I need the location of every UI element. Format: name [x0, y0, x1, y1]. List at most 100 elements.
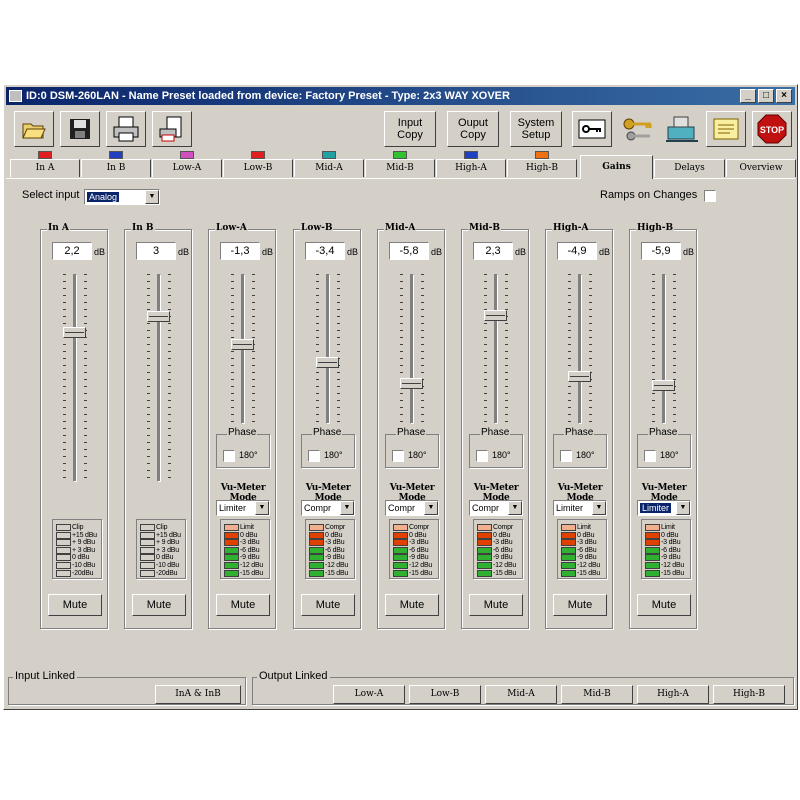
tab-high-a[interactable]: High-A	[436, 151, 506, 177]
tab-mid-a[interactable]: Mid-A	[294, 151, 364, 177]
gain-value-field[interactable]: -4,9	[557, 242, 597, 260]
input-copy-button[interactable]: Input Copy	[384, 111, 436, 147]
gain-slider-track[interactable]	[157, 274, 161, 482]
keys-button[interactable]	[618, 111, 658, 147]
phase-180-checkbox[interactable]	[308, 450, 320, 462]
gain-value-field[interactable]: 2,3	[473, 242, 513, 260]
tab-in-b[interactable]: In B	[81, 151, 151, 177]
gain-slider-thumb[interactable]	[568, 371, 591, 382]
meter-segment	[477, 569, 492, 577]
gain-value-field[interactable]: -5,9	[641, 242, 681, 260]
meter-segment	[56, 546, 71, 554]
vu-mode-dropdown[interactable]: Compr ▼	[385, 500, 439, 516]
vu-mode-dropdown[interactable]: Compr ▼	[301, 500, 355, 516]
gain-slider-thumb[interactable]	[63, 327, 86, 338]
gain-slider-track[interactable]	[494, 274, 498, 424]
print-icon	[113, 116, 139, 142]
gain-slider-thumb[interactable]	[652, 380, 675, 391]
gain-slider-thumb[interactable]	[147, 311, 170, 322]
meter-label: -6 dBu	[409, 546, 429, 554]
meter-segment	[140, 524, 155, 531]
minimize-button[interactable]: _	[740, 89, 756, 103]
mute-button[interactable]: Mute	[301, 594, 355, 616]
gain-slider-thumb[interactable]	[484, 310, 507, 321]
gain-slider-thumb[interactable]	[231, 339, 254, 350]
tab-overview[interactable]: Overview	[726, 159, 796, 177]
vu-meter: Limit 0 dBu -3 dBu -6 dBu -9 dBu -12 dBu -15 d…	[220, 519, 270, 579]
open-button[interactable]	[14, 111, 54, 147]
meter-segment	[477, 546, 492, 554]
link-mid-a-button[interactable]: Mid-A	[485, 685, 557, 704]
vu-mode-dropdown[interactable]: Limiter ▼	[216, 500, 270, 516]
phase-180-checkbox[interactable]	[223, 450, 235, 462]
ramps-checkbox[interactable]	[704, 190, 716, 202]
stop-button[interactable]: STOP	[752, 111, 792, 147]
link-mid-b-button[interactable]: Mid-B	[561, 685, 633, 704]
vu-mode-value: Compr	[472, 503, 500, 513]
gain-value-field[interactable]: 3	[136, 242, 176, 260]
meter-segment	[224, 531, 239, 539]
mute-button[interactable]: Mute	[216, 594, 270, 616]
mute-button[interactable]: Mute	[637, 594, 691, 616]
gain-value-field[interactable]: 2,2	[52, 242, 92, 260]
gain-slider-thumb[interactable]	[400, 378, 423, 389]
system-setup-button[interactable]: System Setup	[510, 111, 562, 147]
tab-mid-b[interactable]: Mid-B	[365, 151, 435, 177]
channel-high-a: High-A -4,9 dB Phase 180° Vu-Meter Mode Limite…	[545, 223, 613, 629]
mute-button[interactable]: Mute	[385, 594, 439, 616]
title-bar[interactable]: ID:0 DSM-260LAN - Name Preset loaded fro…	[6, 87, 795, 105]
phase-180-checkbox[interactable]	[392, 450, 404, 462]
meter-label: 0 dBu	[240, 531, 258, 539]
meter-label: Clip	[72, 524, 84, 531]
select-input-dropdown[interactable]: Analog ▼	[84, 189, 160, 205]
tab-high-b[interactable]: High-B	[507, 151, 577, 177]
output-copy-button[interactable]: Ouput Copy	[447, 111, 499, 147]
gain-slider-track[interactable]	[326, 274, 330, 424]
gain-slider-track[interactable]	[410, 274, 414, 424]
tab-low-a[interactable]: Low-A	[152, 151, 222, 177]
gain-slider-track[interactable]	[73, 274, 77, 482]
mute-button[interactable]: Mute	[553, 594, 607, 616]
tab-delays[interactable]: Delays	[654, 159, 725, 177]
gain-unit: dB	[178, 247, 190, 257]
channel-title: High-A	[552, 223, 590, 233]
print-button[interactable]	[106, 111, 146, 147]
link-high-a-button[interactable]: High-A	[637, 685, 709, 704]
tab-label: Low-B	[243, 163, 273, 173]
vu-meter: Compr 0 dBu -3 dBu -6 dBu -9 dBu -12 dBu -15 d…	[389, 519, 439, 579]
tab-label: Gains	[602, 162, 631, 172]
gain-slider-track[interactable]	[578, 274, 582, 424]
tab-gains[interactable]: Gains	[580, 155, 653, 179]
tab-in-a[interactable]: In A	[10, 151, 80, 177]
gain-slider-track[interactable]	[662, 274, 666, 424]
link-high-b-button[interactable]: High-B	[713, 685, 785, 704]
meter-segment	[477, 524, 492, 531]
gain-slider-thumb[interactable]	[316, 357, 339, 368]
vu-mode-dropdown[interactable]: Limiter ▼	[553, 500, 607, 516]
link-low-b-button[interactable]: Low-B	[409, 685, 481, 704]
print-preview-button[interactable]	[152, 111, 192, 147]
gain-value-field[interactable]: -3,4	[305, 242, 345, 260]
phase-180-checkbox[interactable]	[476, 450, 488, 462]
gain-value-field[interactable]: -5,8	[389, 242, 429, 260]
phase-180-checkbox[interactable]	[560, 450, 572, 462]
gain-unit: dB	[683, 247, 695, 257]
mute-button[interactable]: Mute	[469, 594, 523, 616]
tab-low-b[interactable]: Low-B	[223, 151, 293, 177]
vu-mode-dropdown[interactable]: Compr ▼	[469, 500, 523, 516]
meter-segment	[224, 539, 239, 547]
gain-value-field[interactable]: -1,3	[220, 242, 260, 260]
network-button[interactable]	[662, 111, 702, 147]
key-button[interactable]	[572, 111, 612, 147]
link-ina-inb-button[interactable]: InA & InB	[155, 685, 241, 704]
close-button[interactable]: ×	[776, 89, 792, 103]
meter-segment	[140, 569, 155, 577]
link-low-a-button[interactable]: Low-A	[333, 685, 405, 704]
mute-button[interactable]: Mute	[132, 594, 186, 616]
maximize-button[interactable]: □	[758, 89, 774, 103]
vu-mode-dropdown[interactable]: Limiter ▼	[637, 500, 691, 516]
notes-button[interactable]	[706, 111, 746, 147]
mute-button[interactable]: Mute	[48, 594, 102, 616]
save-button[interactable]	[60, 111, 100, 147]
phase-180-checkbox[interactable]	[644, 450, 656, 462]
